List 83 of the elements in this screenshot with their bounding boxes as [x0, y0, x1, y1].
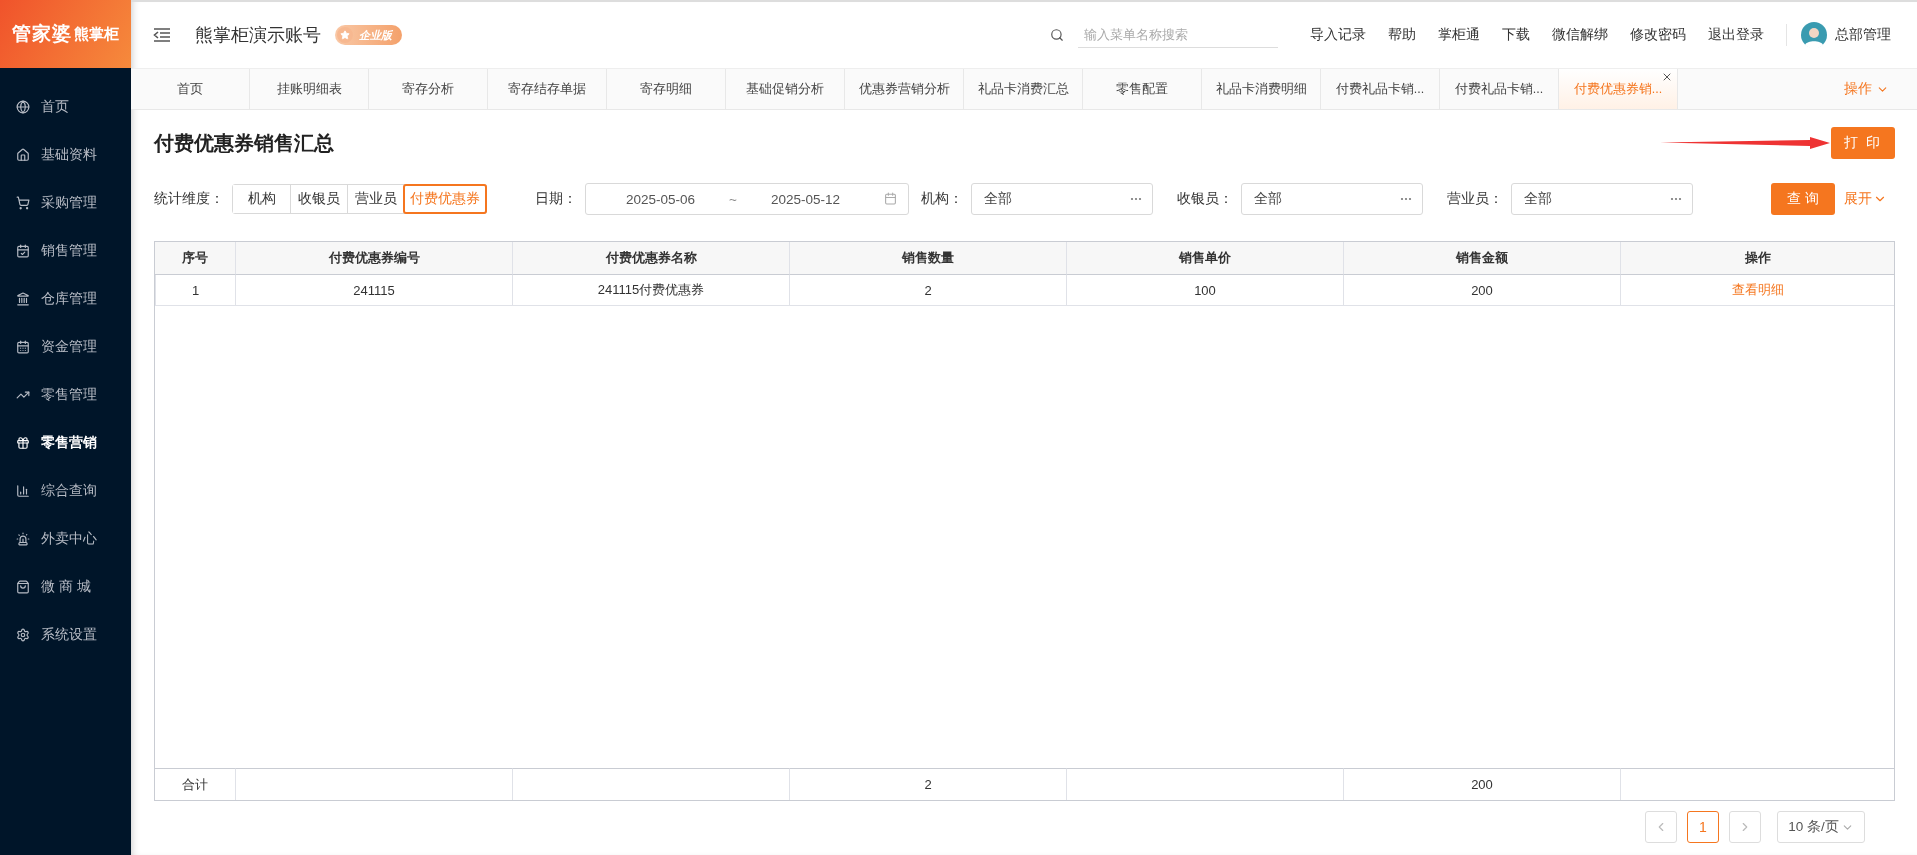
- sidebar-item[interactable]: 零售营销: [0, 419, 131, 467]
- sidebar-item-label: 零售管理: [41, 386, 97, 404]
- sidebar-item-label: 采购管理: [41, 194, 97, 212]
- table-cell: 合计: [155, 768, 235, 800]
- cart-icon: [16, 196, 30, 210]
- sidebar-item-label: 首页: [41, 98, 69, 116]
- menu-collapse-icon[interactable]: [153, 27, 171, 43]
- table-cell: 2: [789, 275, 1066, 306]
- sidebar-item[interactable]: 系统设置: [0, 611, 131, 659]
- sidebar-item-label: 系统设置: [41, 626, 97, 644]
- header-link[interactable]: 掌柜通: [1438, 26, 1480, 44]
- table-cell: 100: [1066, 275, 1343, 306]
- home-icon: [16, 148, 30, 162]
- sidebar-item[interactable]: 销售管理: [0, 227, 131, 275]
- sidebar-item-label: 外卖中心: [41, 530, 97, 548]
- sidebar-item-label: 零售营销: [41, 434, 97, 452]
- more-icon: [1130, 197, 1142, 201]
- logo-product: 熊掌柜: [74, 24, 119, 44]
- bank-icon: [16, 292, 30, 306]
- filter-label: 营业员：: [1447, 190, 1503, 208]
- sidebar-item[interactable]: 微 商 城: [0, 563, 131, 611]
- sidebar-item[interactable]: 外卖中心: [0, 515, 131, 563]
- gift-icon: [16, 436, 30, 450]
- column-header: 付费优惠券名称: [512, 242, 789, 275]
- settings-icon: [16, 628, 30, 642]
- alarm-icon: [16, 532, 30, 546]
- more-icon: [1670, 197, 1682, 201]
- page-title: 付费优惠券销售汇总: [154, 130, 334, 156]
- table-cell: 200: [1343, 275, 1620, 306]
- select-field[interactable]: 全部: [1511, 183, 1693, 215]
- filter-label: 机构：: [921, 190, 963, 208]
- sidebar-item[interactable]: 资金管理: [0, 323, 131, 371]
- sidebar-item-label: 基础资料: [41, 146, 97, 164]
- table-cell: 1: [155, 275, 235, 306]
- column-header: 销售单价: [1066, 242, 1343, 275]
- sidebar-item[interactable]: 采购管理: [0, 179, 131, 227]
- column-header: 序号: [155, 242, 235, 275]
- column-header: 付费优惠券编号: [235, 242, 512, 275]
- sidebar-item[interactable]: 基础资料: [0, 131, 131, 179]
- sidebar-item-label: 微 商 城: [41, 578, 91, 596]
- user-name: 总部管理: [1835, 26, 1891, 44]
- column-header: 销售金额: [1343, 242, 1620, 275]
- header-link[interactable]: 下载: [1502, 26, 1530, 44]
- filter-label: 收银员：: [1177, 190, 1233, 208]
- header-link[interactable]: 修改密码: [1630, 26, 1686, 44]
- search-icon: [1050, 28, 1064, 42]
- sidebar-item-label: 资金管理: [41, 338, 97, 356]
- filter-label: 统计维度：: [154, 190, 224, 208]
- table-cell: 2: [789, 768, 1066, 800]
- date-range-field[interactable]: 2025-05-06 ~ 2025-05-12: [585, 183, 909, 215]
- header-link[interactable]: 导入记录: [1310, 26, 1366, 44]
- sidebar-item-label: 销售管理: [41, 242, 97, 260]
- calendar-icon: [16, 340, 30, 354]
- table-cell: 200: [1343, 768, 1620, 800]
- bag-icon: [16, 580, 30, 594]
- sidebar-item[interactable]: 综合查询: [0, 467, 131, 515]
- select-field[interactable]: 全部: [1241, 183, 1423, 215]
- sidebar-item-label: 仓库管理: [41, 290, 97, 308]
- column-header: 销售数量: [789, 242, 1066, 275]
- header-link[interactable]: 退出登录: [1708, 26, 1764, 44]
- edition-badge: 企业版: [335, 25, 402, 45]
- avatar-icon[interactable]: [1801, 22, 1827, 48]
- filter-label: 日期：: [535, 190, 577, 208]
- calendar-icon: [16, 244, 30, 258]
- sidebar-item[interactable]: 仓库管理: [0, 275, 131, 323]
- select-field[interactable]: 全部: [971, 183, 1153, 215]
- column-header: 操作: [1620, 242, 1894, 275]
- sidebar-item-label: 综合查询: [41, 482, 97, 500]
- bar-chart-icon: [16, 484, 30, 498]
- table-cell: 241115付费优惠券: [512, 275, 789, 306]
- close-icon[interactable]: [1661, 71, 1673, 83]
- star-icon: [337, 27, 353, 43]
- header-link[interactable]: 微信解绑: [1552, 26, 1608, 44]
- account-name: 熊掌柜演示账号: [195, 24, 321, 47]
- sidebar-item[interactable]: 零售管理: [0, 371, 131, 419]
- logo-brand: 管家婆: [12, 22, 72, 46]
- table-cell: 241115: [235, 275, 512, 306]
- globe-icon: [16, 100, 30, 114]
- page-size-select[interactable]: 10 条/页: [1777, 811, 1865, 843]
- calendar-icon: [884, 192, 898, 206]
- more-icon: [1400, 197, 1412, 201]
- header-link[interactable]: 帮助: [1388, 26, 1416, 44]
- sidebar-item[interactable]: 首页: [0, 83, 131, 131]
